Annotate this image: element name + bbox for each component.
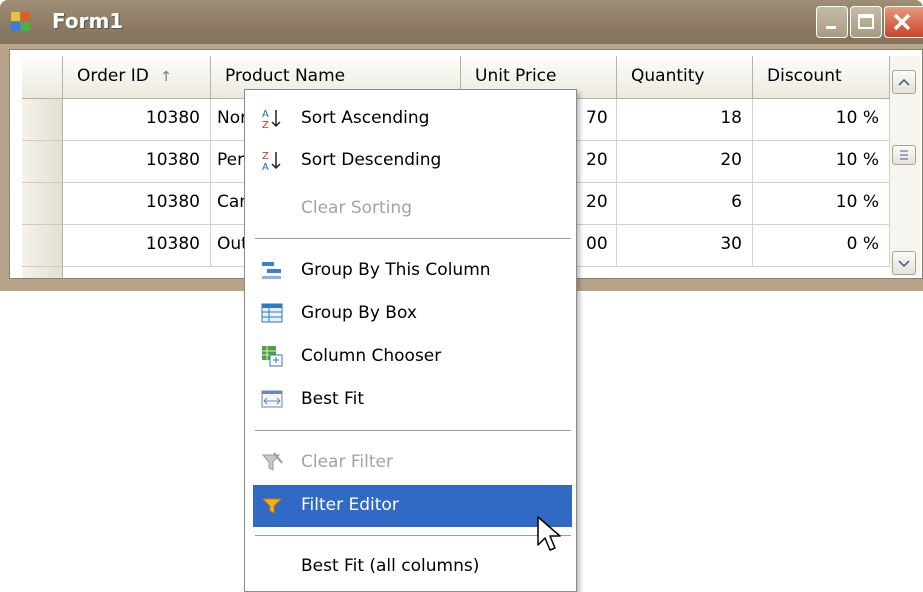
cell-order-id[interactable]: 10380 (63, 225, 211, 267)
menu-item-label: Best Fit (all columns) (301, 556, 480, 576)
column-header-context-menu: A Z Sort Ascending Z A Sort Descending C… (244, 89, 577, 592)
row-indicator[interactable] (22, 267, 63, 278)
svg-text:Z: Z (262, 120, 269, 129)
row-indicator[interactable] (22, 183, 63, 225)
row-indicator[interactable] (22, 141, 63, 183)
title-bar[interactable]: Form1 (0, 0, 923, 44)
chevron-down-icon (898, 260, 910, 268)
chevron-up-icon (898, 78, 910, 86)
menu-item-clear-filter[interactable]: Clear Filter (253, 442, 572, 484)
menu-item-group-by-box[interactable]: Group By Box (253, 293, 572, 335)
app-icon[interactable] (11, 12, 31, 32)
menu-item-best-fit-all-columns[interactable]: Best Fit (all columns) (253, 546, 572, 588)
close-icon (893, 13, 911, 31)
menu-item-label: Best Fit (301, 389, 364, 409)
best-fit-icon (261, 390, 283, 408)
cell-discount[interactable]: 10 % (753, 141, 890, 183)
menu-separator (255, 430, 571, 432)
filter-icon (261, 498, 283, 514)
column-header-label: Discount (767, 66, 842, 86)
scroll-up-button[interactable] (892, 70, 916, 94)
vertical-scrollbar[interactable] (890, 56, 920, 276)
menu-item-group-by-column[interactable]: Group By This Column (253, 250, 572, 292)
menu-item-sort-ascending[interactable]: A Z Sort Ascending (253, 98, 572, 140)
column-header-label: Quantity (631, 66, 705, 86)
maximize-icon (858, 14, 874, 29)
menu-item-clear-sorting[interactable]: Clear Sorting (253, 188, 572, 230)
cell-quantity[interactable]: 20 (617, 141, 753, 183)
minimize-button[interactable] (816, 6, 848, 38)
group-by-box-icon (261, 303, 283, 323)
cell-quantity[interactable]: 30 (617, 225, 753, 267)
menu-item-filter-editor[interactable]: Filter Editor (253, 485, 572, 527)
column-header-label: Order ID (77, 66, 149, 86)
header-indicator-cell[interactable] (22, 56, 63, 99)
window-title: Form1 (52, 9, 124, 33)
sort-descending-icon: Z A (262, 151, 281, 171)
scroll-thumb[interactable] (892, 145, 916, 165)
maximize-button[interactable] (850, 6, 882, 38)
cell-quantity[interactable]: 6 (617, 183, 753, 225)
menu-item-column-chooser[interactable]: Column Chooser (253, 336, 572, 378)
menu-separator (255, 238, 571, 240)
cell-order-id[interactable]: 10380 (63, 141, 211, 183)
cell-discount[interactable]: 10 % (753, 99, 890, 141)
close-button[interactable] (884, 6, 923, 38)
menu-item-label: Sort Ascending (301, 108, 430, 128)
scroll-down-button[interactable] (892, 251, 916, 275)
minimize-icon (826, 26, 836, 29)
menu-separator (255, 535, 571, 537)
mouse-pointer-icon (537, 516, 561, 551)
menu-item-label: Group By This Column (301, 260, 491, 280)
menu-item-label: Clear Filter (301, 452, 393, 472)
column-header-label: Product Name (225, 66, 346, 86)
cell-quantity[interactable]: 18 (617, 99, 753, 141)
cell-order-id[interactable]: 10380 (63, 183, 211, 225)
menu-item-label: Filter Editor (301, 495, 399, 515)
column-header-quantity[interactable]: Quantity (617, 56, 753, 99)
menu-item-label: Sort Descending (301, 150, 442, 170)
svg-text:Z: Z (262, 151, 269, 162)
svg-text:A: A (262, 109, 269, 120)
grip-icon (900, 150, 908, 160)
column-header-discount[interactable]: Discount (753, 56, 890, 99)
row-indicator[interactable] (22, 225, 63, 267)
sort-ascending-icon: A Z (262, 109, 281, 129)
menu-item-best-fit[interactable]: Best Fit (253, 379, 572, 421)
row-indicator[interactable] (22, 99, 63, 141)
column-chooser-icon (262, 346, 283, 367)
cell-order-id[interactable]: 10380 (63, 99, 211, 141)
svg-text:A: A (262, 162, 269, 171)
cell-discount[interactable]: 10 % (753, 183, 890, 225)
group-by-column-icon (262, 262, 281, 279)
column-header-order-id[interactable]: Order ID ↑ (63, 56, 211, 99)
cell-discount[interactable]: 0 % (753, 225, 890, 267)
clear-filter-icon (261, 452, 283, 471)
sort-ascending-icon: ↑ (160, 69, 172, 85)
menu-item-label: Column Chooser (301, 346, 442, 366)
menu-item-sort-descending[interactable]: Z A Sort Descending (253, 140, 572, 182)
column-header-label: Unit Price (475, 66, 557, 86)
menu-item-label: Group By Box (301, 303, 417, 323)
menu-item-label: Clear Sorting (301, 198, 412, 218)
